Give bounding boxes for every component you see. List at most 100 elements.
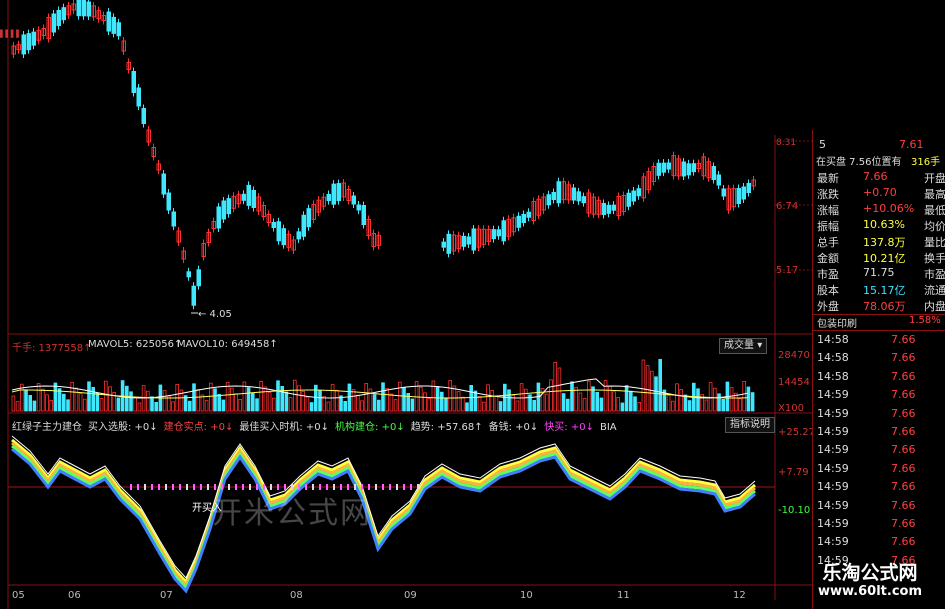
indicator-help-button[interactable]: 指标说明 — [725, 417, 775, 433]
signal-dot — [130, 484, 132, 490]
quote-label: 振幅 — [817, 220, 839, 233]
volume-bar — [87, 381, 91, 412]
candle-body — [296, 231, 301, 240]
candle-body — [461, 235, 466, 247]
volume-bar — [746, 386, 751, 412]
volume-bar — [125, 385, 129, 412]
candle-body — [241, 193, 246, 201]
quote-value: 10.21亿 — [863, 252, 906, 265]
tick-price: 7.66 — [891, 480, 916, 494]
candle-body — [606, 204, 611, 214]
indicator-legend-item: 红绿子主力建仓 — [12, 422, 82, 433]
tick-time: 14:58 — [817, 333, 849, 346]
quote-label: 市盈 — [817, 268, 839, 281]
tick-time: 14:59 — [817, 480, 849, 494]
volume-total: 千手: 1377558↑ — [12, 343, 92, 354]
signal-dot — [417, 484, 419, 490]
volume-bar — [599, 397, 604, 412]
tick-row: 14:58 7.66 — [813, 370, 945, 385]
volume-bar — [318, 390, 322, 412]
indicator-legend-item: 备钱: +0↓ — [488, 422, 539, 433]
candle-body — [336, 183, 341, 202]
tick-time: 14:58 — [817, 369, 849, 383]
candle-body — [186, 271, 191, 278]
signal-dot — [382, 484, 384, 490]
low-price-label: ← 4.05 — [198, 309, 232, 320]
volume-bar — [255, 398, 259, 412]
left-tab-strip[interactable]: ▌▌▌▌ — [0, 30, 22, 38]
indicator-axis-low: -10.10 — [778, 505, 811, 516]
signal-dot — [172, 484, 174, 490]
candle-body — [551, 192, 556, 200]
sidebar-package-row[interactable]: 包装印刷 1.58% — [813, 314, 945, 331]
tick-row: 14:59 7.66 — [813, 499, 945, 514]
indicator-axis-top: +25.27 — [778, 427, 816, 438]
signal-dot — [389, 484, 391, 490]
volume-bar — [717, 393, 721, 412]
volume-bar — [687, 400, 692, 412]
volume-bar — [750, 392, 755, 412]
candle-body — [196, 269, 201, 287]
date-tick: 11 — [617, 590, 630, 601]
candle-body — [746, 183, 751, 193]
mavol5-label: MAVOL5: 625056↑ — [88, 339, 183, 350]
sidebar-status-row: 在买盘 7.56位置有 316手 — [813, 153, 945, 168]
tick-price: 7.66 — [891, 498, 916, 512]
candle-body — [116, 22, 121, 37]
volume-bar — [410, 398, 415, 412]
candle-body — [171, 211, 176, 227]
volume-bar — [532, 399, 536, 412]
indicator-legend-item: 买入选股: +0↓ — [88, 422, 158, 433]
volume-bar — [376, 399, 381, 412]
quote-right-label: 流通 — [924, 284, 945, 297]
candle-body — [216, 206, 221, 229]
quote-row: 金额 10.21亿 换手 — [813, 250, 945, 265]
quote-value: 71.75 — [863, 266, 895, 279]
tick-price: 7.66 — [891, 351, 916, 365]
tick-price: 7.66 — [891, 388, 916, 402]
sidebar-top-row: 5 7.61 — [813, 138, 945, 153]
signal-dot — [144, 484, 146, 490]
tick-price: 7.66 — [891, 369, 916, 383]
mavol10-label: MAVOL10: 649458↑ — [177, 339, 278, 350]
volume-indicator-button[interactable]: 成交量 ▾ — [719, 338, 768, 354]
signal-dot — [403, 484, 405, 490]
volume-bar — [246, 387, 251, 412]
volume-bar — [624, 385, 629, 412]
volume-bar — [154, 401, 159, 412]
candle-body — [61, 7, 66, 21]
tick-row: 14:58 7.66 — [813, 351, 945, 366]
signal-dot — [165, 484, 167, 490]
volume-bar — [217, 393, 222, 412]
candle-body — [576, 191, 581, 202]
quote-right-label: 最高 — [924, 188, 945, 201]
volume-bar — [32, 400, 37, 412]
candle-body — [571, 187, 576, 201]
candle-body — [331, 183, 336, 205]
signal-dot — [207, 484, 209, 490]
volume-bar — [313, 384, 318, 412]
volume-bar — [473, 390, 478, 412]
quote-label: 金额 — [817, 252, 839, 265]
candle-body — [356, 204, 361, 211]
volume-axis-mid: 14454 — [778, 377, 810, 388]
volume-bar — [469, 384, 473, 412]
indicator-legend: 红绿子主力建仓 买入选股: +0↓ 建仓实点: +0↓ 最佳买入时机: +0↓ 机构建仓… — [12, 418, 623, 433]
volume-bar — [347, 383, 352, 412]
stock-chart[interactable] — [0, 0, 812, 609]
quote-right-label: 均价 — [924, 220, 945, 233]
candle-body — [86, 1, 91, 17]
quote-row: 市盈 71.75 市盈 — [813, 266, 945, 281]
volume-bar — [465, 402, 469, 412]
sidebar-top-left: 5 — [819, 138, 826, 151]
signal-dot — [158, 484, 160, 490]
candle-body — [686, 163, 691, 176]
quote-value: 7.66 — [863, 170, 888, 183]
tick-row: 14:59 7.66 — [813, 425, 945, 440]
candle-body — [56, 10, 61, 26]
candle-body — [166, 192, 171, 211]
tick-row: 14:59 7.66 — [813, 443, 945, 458]
date-tick: 07 — [160, 590, 173, 601]
signal-dot — [151, 484, 153, 490]
date-tick: 05 — [12, 590, 25, 601]
